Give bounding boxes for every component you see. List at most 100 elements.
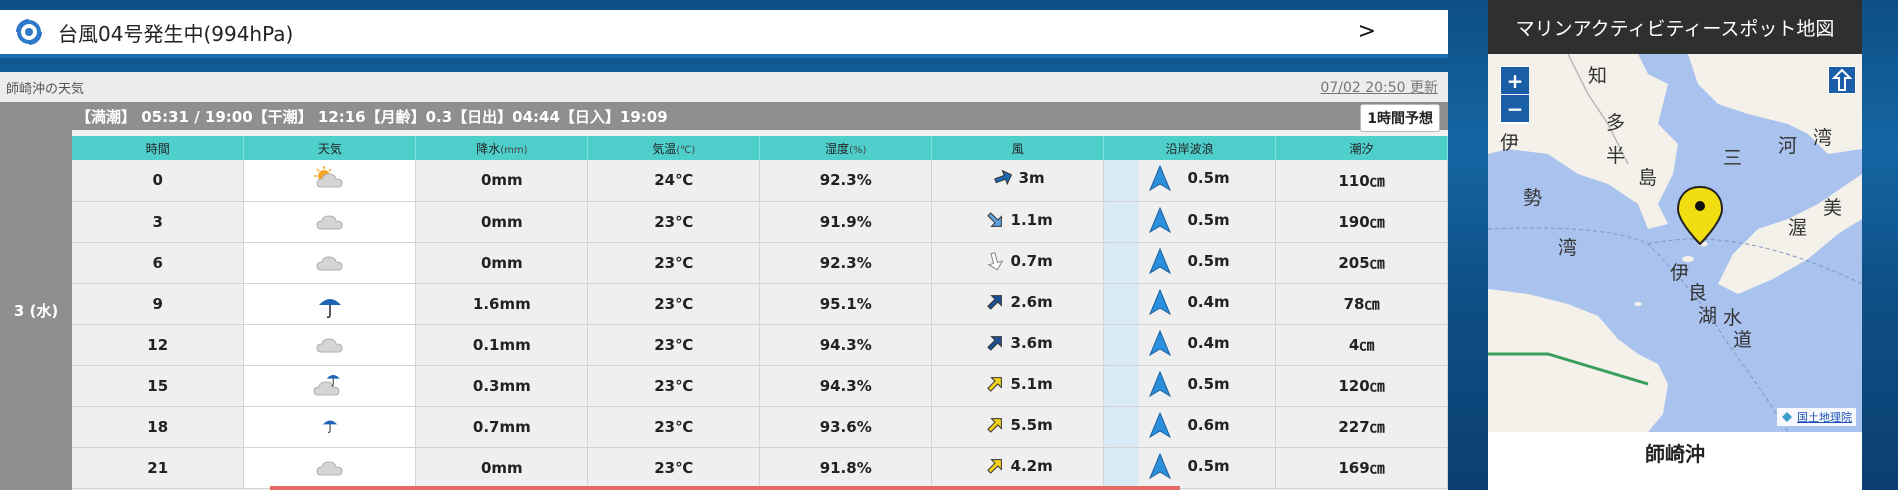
map-attribution-link[interactable]: 国土地理院 xyxy=(1777,408,1856,426)
wave-triangle-icon xyxy=(1149,288,1172,315)
update-timestamp[interactable]: 07/02 20:50 更新 xyxy=(1320,77,1438,97)
table-row: 15 0.3mm 23℃ 94.3% 5.1m 0.5m 120㎝ xyxy=(72,365,1448,407)
divider-line xyxy=(270,486,1180,490)
gsi-logo-icon xyxy=(1782,412,1792,422)
time-cell: 9 xyxy=(72,283,245,325)
humidity-cell: 93.6% xyxy=(759,406,933,448)
precip-cell: 0.7mm xyxy=(415,406,589,448)
tide-cell: 169㎝ xyxy=(1275,447,1448,489)
tide-info-bar: 【満潮】 05:31 / 19:00【干潮】 12:16【月齢】0.3【日出】0… xyxy=(0,102,1448,132)
precip-cell: 0mm xyxy=(415,160,589,202)
map-panel: マリンアクティビティースポット地図 知 多 半 島 三 河 湾 伊 勢 湾 渥 … xyxy=(1488,0,1862,490)
map-label: 湾 xyxy=(1558,237,1577,259)
header-temp: 気温(℃) xyxy=(587,136,761,160)
table-row: 0 0mm 24℃ 92.3% 3m 0.5m 110㎝ xyxy=(72,160,1448,202)
tide-cell: 4㎝ xyxy=(1275,324,1448,366)
wind-cell: 2.6m xyxy=(931,283,1105,325)
temp-cell: 24℃ xyxy=(587,160,761,202)
tide-cell: 110㎝ xyxy=(1275,160,1448,202)
weather-cell xyxy=(243,283,417,325)
temp-cell: 23℃ xyxy=(587,242,761,284)
wave-triangle-icon xyxy=(1149,370,1172,397)
location-title: 師崎沖の天気 xyxy=(6,81,85,97)
map-label: 三 xyxy=(1723,147,1742,169)
temp-cell: 23℃ xyxy=(587,283,761,325)
time-cell: 6 xyxy=(72,242,245,284)
table-row: 21 0mm 23℃ 91.8% 4.2m 0.5m 169㎝ xyxy=(72,447,1448,489)
weather-cell xyxy=(243,242,417,284)
time-cell: 12 xyxy=(72,324,245,366)
wave-cell: 0.4m xyxy=(1103,283,1277,325)
north-arrow-icon xyxy=(986,458,1002,474)
wind-cell: 3.6m xyxy=(931,324,1105,366)
table-header-row: 時間 天気 降水(mm) 気温(℃) 湿度(%) 風 沿岸波浪 潮汐 xyxy=(72,136,1448,160)
map-label: 知 xyxy=(1588,65,1607,87)
precip-cell: 1.6mm xyxy=(415,283,589,325)
time-cell: 15 xyxy=(72,365,245,407)
cloud-icon xyxy=(316,460,343,475)
weather-cell xyxy=(243,406,417,448)
map-label: 伊 xyxy=(1500,132,1519,154)
map-label: 良 xyxy=(1688,282,1707,304)
map-label: 勢 xyxy=(1523,187,1542,209)
typhoon-icon xyxy=(15,18,43,46)
spot-name: 師崎沖 xyxy=(1645,441,1705,466)
weather-panel: 師崎沖の天気 07/02 20:50 更新 【満潮】 05:31 / 19:00… xyxy=(0,72,1448,490)
map-label: 多 xyxy=(1606,112,1625,134)
cloud-icon xyxy=(316,255,343,270)
map-canvas[interactable]: 知 多 半 島 三 河 湾 伊 勢 湾 渥 美 伊 良 湖 水 道 xyxy=(1488,54,1862,432)
header-weather: 天気 xyxy=(243,136,417,160)
map-area[interactable]: 知 多 半 島 三 河 湾 伊 勢 湾 渥 美 伊 良 湖 水 道 + − 国土… xyxy=(1488,54,1862,432)
header-precip: 降水(mm) xyxy=(415,136,589,160)
temp-cell: 23℃ xyxy=(587,324,761,366)
fullscreen-button[interactable] xyxy=(1828,66,1856,94)
north-arrow-icon xyxy=(986,376,1002,392)
map-label: 半 xyxy=(1606,145,1625,167)
temp-cell: 23℃ xyxy=(587,365,761,407)
zoom-control: + − xyxy=(1500,66,1529,124)
hourly-forecast-button[interactable]: 1時間予想 xyxy=(1360,104,1440,132)
east-arrow-icon xyxy=(986,211,1002,227)
tide-cell: 205㎝ xyxy=(1275,242,1448,284)
tide-info-text: 【満潮】 05:31 / 19:00【干潮】 12:16【月齢】0.3【日出】0… xyxy=(76,108,668,126)
temp-cell: 23℃ xyxy=(587,447,761,489)
time-cell: 3 xyxy=(72,201,245,243)
wind-cell: 5.1m xyxy=(931,365,1105,407)
table-row: 12 0.1mm 23℃ 94.3% 3.6m 0.4m 4㎝ xyxy=(72,324,1448,366)
weather-cell xyxy=(243,160,417,202)
wave-triangle-icon xyxy=(1149,165,1172,192)
map-label: 湖 xyxy=(1698,305,1717,327)
precip-cell: 0mm xyxy=(415,201,589,243)
wave-triangle-icon xyxy=(1149,206,1172,233)
wind-cell: 1.1m xyxy=(931,201,1105,243)
header-humidity: 湿度(%) xyxy=(759,136,933,160)
humidity-cell: 92.3% xyxy=(759,242,933,284)
table-row: 3 0mm 23℃ 91.9% 1.1m 0.5m 190㎝ xyxy=(72,201,1448,243)
wind-cell: 5.5m xyxy=(931,406,1105,448)
chevron-right-icon[interactable]: > xyxy=(1358,19,1376,44)
tide-cell: 78㎝ xyxy=(1275,283,1448,325)
north-arrow-icon xyxy=(986,335,1002,351)
tide-cell: 190㎝ xyxy=(1275,201,1448,243)
temp-cell: 23℃ xyxy=(587,201,761,243)
typhoon-banner[interactable]: 台風04号発生中(994hPa) > xyxy=(0,10,1448,58)
humidity-cell: 92.3% xyxy=(759,160,933,202)
time-cell: 18 xyxy=(72,406,245,448)
weather-cell xyxy=(243,201,417,243)
precip-cell: 0.3mm xyxy=(415,365,589,407)
table-row: 6 0mm 23℃ 92.3% 0.7m 0.5m 205㎝ xyxy=(72,242,1448,284)
north-arrow-icon xyxy=(986,417,1002,433)
typhoon-banner-text: 台風04号発生中(994hPa) xyxy=(58,21,294,46)
precip-cell: 0.1mm xyxy=(415,324,589,366)
panel-header: 師崎沖の天気 07/02 20:50 更新 xyxy=(0,72,1448,102)
header-wind: 風 xyxy=(931,136,1105,160)
map-label: 伊 xyxy=(1670,262,1689,284)
zoom-in-button[interactable]: + xyxy=(1501,67,1529,95)
header-tide: 潮汐 xyxy=(1275,136,1448,160)
attribution-text: 国土地理院 xyxy=(1797,411,1852,424)
map-label: 道 xyxy=(1733,329,1752,351)
time-cell: 0 xyxy=(72,160,245,202)
time-cell: 21 xyxy=(72,447,245,489)
cloud-rain-icon xyxy=(313,374,340,395)
zoom-out-button[interactable]: − xyxy=(1501,95,1529,123)
